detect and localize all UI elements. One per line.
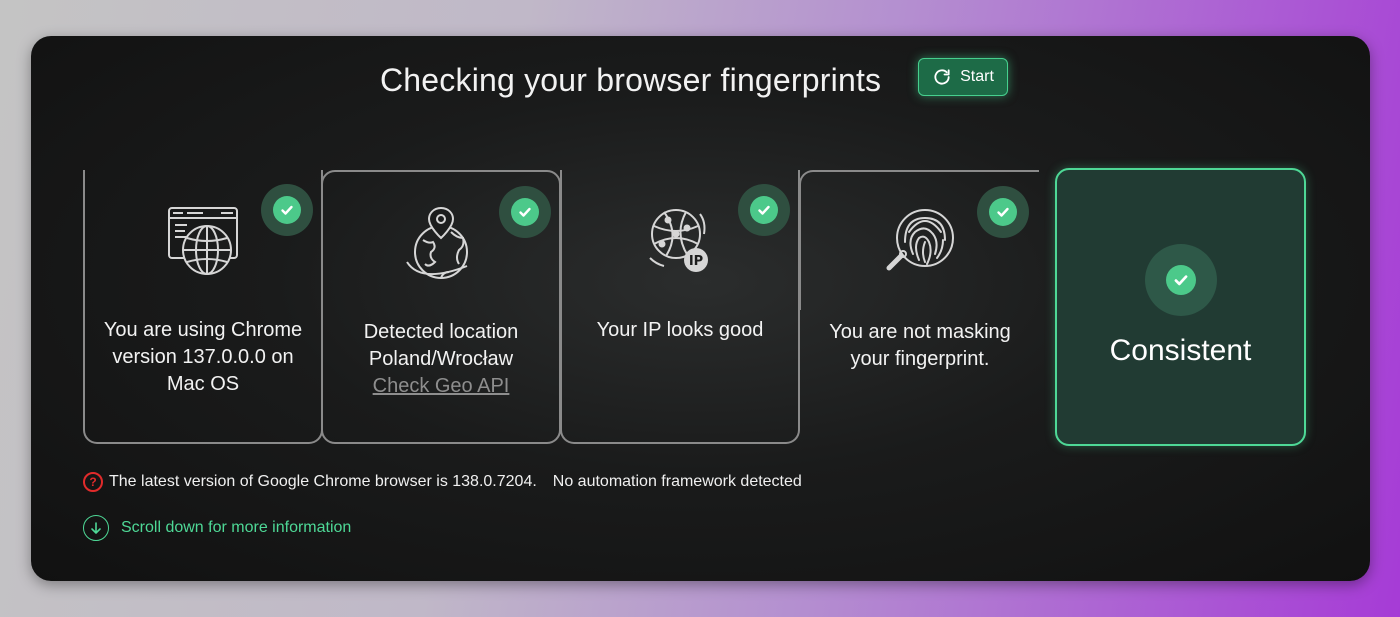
- result-card: Consistent: [1055, 168, 1306, 446]
- card-browser-text: You are using Chrome version 137.0.0.0 o…: [103, 319, 303, 395]
- arrow-down-icon: [83, 515, 109, 541]
- location-label: Detected location Poland/Wrocław: [363, 321, 519, 370]
- ip-globe-icon: IP: [649, 209, 708, 272]
- result-check-badge: [1145, 244, 1217, 316]
- scroll-down-label: Scroll down for more information: [121, 519, 352, 536]
- status-check-badge: [977, 186, 1029, 238]
- start-button-label: Start: [960, 68, 994, 85]
- status-check-badge: [738, 184, 790, 236]
- check-circle-icon: [1174, 275, 1188, 286]
- question-icon[interactable]: ?: [83, 472, 103, 492]
- check-icon: [519, 207, 531, 217]
- card-fingerprint-text: You are not masking your fingerprint.: [829, 321, 1011, 370]
- status-check-badge: [499, 186, 551, 238]
- status-check-badge: [261, 184, 313, 236]
- automation-notice-text: No automation framework detected: [552, 473, 802, 490]
- check-icon: [758, 205, 770, 215]
- fingerprint-panel: Checking your browser fingerprints Start: [31, 36, 1370, 581]
- fingerprint-magnifier-icon: [886, 209, 954, 271]
- card-fingerprint: You are not masking your fingerprint.: [799, 170, 1039, 370]
- card-location: Detected location Poland/Wrocław Check G…: [321, 170, 561, 444]
- card-location-text: Detected location Poland/Wrocław Check G…: [323, 319, 559, 400]
- version-notice: ? The latest version of Google Chrome br…: [83, 472, 802, 492]
- browser-globe-icon: [168, 207, 238, 275]
- check-icon: [997, 207, 1009, 217]
- scroll-down-link[interactable]: Scroll down for more information: [83, 515, 351, 541]
- refresh-icon: [934, 69, 950, 85]
- globe-pin-icon: [406, 206, 468, 279]
- version-notice-text: The latest version of Google Chrome brow…: [109, 473, 537, 490]
- result-label: Consistent: [1109, 334, 1252, 367]
- start-button[interactable]: Start: [918, 58, 1008, 96]
- card-browser: You are using Chrome version 137.0.0.0 o…: [83, 170, 323, 444]
- page-title: Checking your browser fingerprints: [380, 62, 882, 98]
- card-ip-text: Your IP looks good: [596, 319, 764, 341]
- card-ip: IP Your IP looks good: [560, 170, 800, 444]
- check-icon: [281, 205, 293, 215]
- check-geo-api-link[interactable]: Check Geo API: [361, 373, 521, 400]
- svg-text:IP: IP: [689, 254, 703, 269]
